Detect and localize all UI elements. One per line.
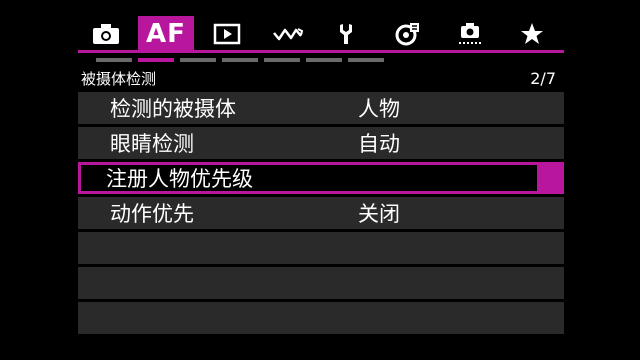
tab-camera-settings[interactable] (442, 16, 498, 52)
menu-item-action-priority[interactable]: 动作优先 关闭 (78, 197, 564, 229)
menu-item-eye-detection[interactable]: 眼睛检测 自动 (78, 127, 564, 159)
menu-item-value: 人物 (358, 97, 400, 121)
setup-wrench-icon (340, 24, 352, 44)
selection-highlight-tail (537, 162, 564, 194)
tab-custom-settings[interactable] (380, 16, 436, 52)
camera-settings-icon (459, 23, 481, 44)
menu-item-value: 关闭 (358, 202, 400, 226)
wireless-icon (273, 28, 304, 41)
page-segment-current (138, 58, 174, 62)
page-segment (180, 58, 216, 62)
menu-item-empty (78, 302, 564, 334)
tab-af[interactable]: AF (138, 16, 194, 52)
page-segment (264, 58, 300, 62)
page-title: 被摄体检测 (81, 69, 157, 88)
menu-list: 检测的被摄体 人物 眼睛检测 自动 注册人物优先级 动作优先 关闭 (78, 92, 564, 337)
menu-item-label: 眼睛检测 (110, 132, 194, 156)
tab-wireless[interactable] (260, 16, 316, 52)
menu-header: 被摄体检测 2/7 (78, 66, 564, 90)
page-segment (306, 58, 342, 62)
menu-item-label: 动作优先 (110, 202, 194, 226)
menu-item-empty (78, 267, 564, 299)
tab-shooting[interactable] (78, 16, 134, 52)
tab-playback[interactable] (199, 16, 255, 52)
page-number: 2/7 (530, 68, 556, 88)
menu-item-register-person-priority[interactable]: 注册人物优先级 (78, 162, 564, 194)
menu-item-detect-subject[interactable]: 检测的被摄体 人物 (78, 92, 564, 124)
menu-item-label: 检测的被摄体 (110, 97, 236, 121)
page-segment (222, 58, 258, 62)
camera-icon (93, 24, 119, 44)
playback-icon (213, 23, 241, 45)
page-segment (96, 58, 132, 62)
menu-item-value: 自动 (358, 132, 400, 156)
tab-af-label: AF (146, 19, 186, 49)
tab-underline (78, 50, 564, 53)
tab-setup[interactable] (320, 16, 376, 52)
tab-my-menu[interactable] (504, 16, 560, 52)
menu-tab-bar: AF (78, 16, 564, 52)
menu-item-empty (78, 232, 564, 264)
page-segment (348, 58, 384, 62)
menu-item-label: 注册人物优先级 (106, 167, 253, 191)
custom-settings-icon (395, 23, 419, 46)
star-icon (521, 23, 543, 44)
